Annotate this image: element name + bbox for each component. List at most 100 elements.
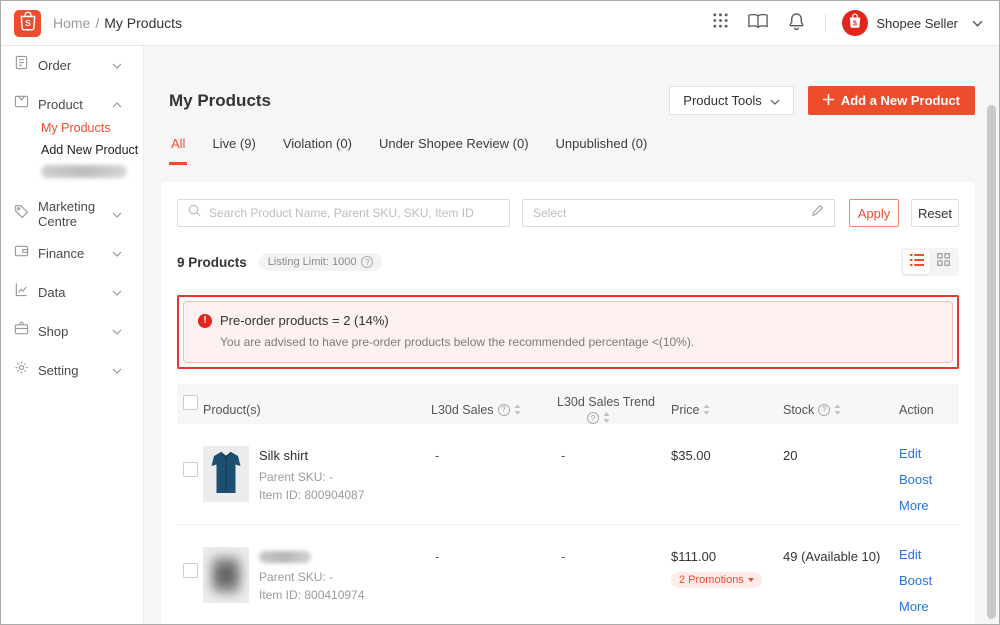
listing-limit-badge: Listing Limit: 1000 ? xyxy=(259,253,383,271)
sidebar-item-order[interactable]: Order xyxy=(1,53,143,77)
plus-icon xyxy=(823,93,834,108)
row-checkbox[interactable] xyxy=(183,462,198,477)
breadcrumb-home[interactable]: Home xyxy=(53,15,90,31)
product-image-silk-shirt[interactable] xyxy=(203,446,249,502)
sidebar-subitem-redacted[interactable] xyxy=(41,165,127,178)
notifications-button[interactable] xyxy=(777,8,815,38)
product-tools-button[interactable]: Product Tools xyxy=(669,86,794,115)
tab-violation[interactable]: Violation (0) xyxy=(281,136,354,165)
select-all-checkbox[interactable] xyxy=(183,395,198,410)
help-icon[interactable]: ? xyxy=(498,404,510,416)
sidebar-subitem-my-products[interactable]: My Products xyxy=(1,117,143,138)
sort-icon[interactable] xyxy=(603,412,610,424)
products-table: Product(s) L30d Sales ? L30d Sales Trend… xyxy=(177,384,959,624)
help-icon[interactable]: ? xyxy=(587,412,599,424)
sort-icon[interactable] xyxy=(703,404,710,415)
promotions-label: 2 Promotions xyxy=(679,574,744,586)
breadcrumb-current: My Products xyxy=(104,15,182,31)
shopee-seller-window: S Home / My Products xyxy=(0,0,1000,625)
item-id: Item ID: 800904087 xyxy=(259,488,364,502)
product-count: 9 Products xyxy=(177,255,247,270)
sort-icon[interactable] xyxy=(834,404,841,415)
sidebar-item-shop[interactable]: Shop xyxy=(1,319,143,343)
account-chevron-down-icon[interactable] xyxy=(972,14,983,32)
alert-title: Pre-order products = 2 (14%) xyxy=(220,313,389,328)
category-select[interactable] xyxy=(522,199,835,227)
edit-link[interactable]: Edit xyxy=(899,547,959,562)
apply-button[interactable]: Apply xyxy=(849,199,899,227)
page-title: My Products xyxy=(169,91,271,111)
more-link[interactable]: More xyxy=(899,498,959,513)
add-new-product-button[interactable]: Add a New Product xyxy=(808,86,975,115)
bell-icon xyxy=(788,12,805,35)
chevron-down-icon xyxy=(112,244,131,262)
help-icon[interactable]: ? xyxy=(361,256,373,268)
chevron-up-icon xyxy=(112,95,131,113)
boost-link[interactable]: Boost xyxy=(899,472,959,487)
listing-limit-label: Listing Limit: 1000 xyxy=(268,256,357,268)
grid-view-button[interactable] xyxy=(930,250,957,274)
row-checkbox[interactable] xyxy=(183,563,198,578)
sidebar-item-finance[interactable]: Finance xyxy=(1,241,143,265)
header-stock: Stock xyxy=(783,403,814,417)
boost-link[interactable]: Boost xyxy=(899,573,959,588)
help-icon[interactable]: ? xyxy=(818,404,830,416)
status-tabs: All Live (9) Violation (0) Under Shopee … xyxy=(161,136,975,165)
apps-grid-button[interactable] xyxy=(701,8,739,38)
line-chart-icon xyxy=(14,282,38,302)
pencil-icon[interactable] xyxy=(811,204,824,222)
l30d-sales-value: - xyxy=(431,547,557,624)
tab-unpublished[interactable]: Unpublished (0) xyxy=(554,136,650,165)
product-box-icon xyxy=(14,94,38,114)
learning-hub-button[interactable] xyxy=(739,8,777,38)
sidebar-item-marketing-centre[interactable]: Marketing Centre xyxy=(1,202,143,226)
top-bar-actions: $ Shopee Seller xyxy=(701,8,983,38)
sidebar-item-product[interactable]: Product xyxy=(1,92,143,116)
shopee-logo[interactable]: S xyxy=(14,10,41,37)
preorder-alert: ! Pre-order products = 2 (14%) You are a… xyxy=(183,301,953,363)
table-row: Parent SKU: - Item ID: 800410974 - - $11… xyxy=(177,525,959,624)
shirt-image xyxy=(209,449,243,500)
search-input[interactable] xyxy=(209,206,499,220)
annotation-highlight-box: ! Pre-order products = 2 (14%) You are a… xyxy=(177,295,959,369)
parent-sku: Parent SKU: - xyxy=(259,570,364,584)
reset-button[interactable]: Reset xyxy=(911,199,959,227)
tab-live[interactable]: Live (9) xyxy=(210,136,257,165)
gear-icon xyxy=(14,360,38,380)
product-name[interactable]: Silk shirt xyxy=(259,448,364,463)
product-name-redacted xyxy=(259,551,311,563)
chevron-down-icon xyxy=(112,361,131,379)
exclamation-icon: ! xyxy=(198,314,212,328)
scrollbar-thumb[interactable] xyxy=(987,105,996,619)
edit-link[interactable]: Edit xyxy=(899,446,959,461)
svg-text:$: $ xyxy=(853,20,857,27)
breadcrumb: Home / My Products xyxy=(53,15,182,31)
add-new-product-label: Add a New Product xyxy=(841,93,960,108)
stock-value: 20 xyxy=(783,446,899,524)
promotions-badge[interactable]: 2 Promotions xyxy=(671,572,762,588)
select-input[interactable] xyxy=(533,206,811,220)
stock-value: 49 (Available 10) xyxy=(783,547,899,624)
chevron-down-icon xyxy=(112,322,131,340)
sort-icon[interactable] xyxy=(514,404,521,415)
list-view-button[interactable] xyxy=(903,250,930,274)
sidebar-item-data[interactable]: Data xyxy=(1,280,143,304)
account-name[interactable]: Shopee Seller xyxy=(876,16,958,31)
sidebar-label-order: Order xyxy=(38,58,112,73)
header-l30d-sales-trend: L30d Sales Trend xyxy=(557,395,671,409)
l30d-trend-value: - xyxy=(557,547,671,624)
sidebar-item-setting[interactable]: Setting xyxy=(1,358,143,382)
tab-under-shopee-review[interactable]: Under Shopee Review (0) xyxy=(377,136,531,165)
chevron-down-icon xyxy=(112,283,131,301)
grid-view-icon xyxy=(937,253,950,271)
product-image-redacted[interactable] xyxy=(203,547,249,603)
open-book-icon xyxy=(748,13,768,34)
search-box xyxy=(177,199,510,227)
account-avatar[interactable]: $ xyxy=(842,10,868,36)
sidebar-subitem-add-new-product[interactable]: Add New Product xyxy=(1,139,143,160)
product-tools-label: Product Tools xyxy=(683,93,762,108)
price-value: $111.00 xyxy=(671,547,783,564)
table-header: Product(s) L30d Sales ? L30d Sales Trend… xyxy=(177,384,959,424)
more-link[interactable]: More xyxy=(899,599,959,614)
tab-all[interactable]: All xyxy=(169,136,187,165)
